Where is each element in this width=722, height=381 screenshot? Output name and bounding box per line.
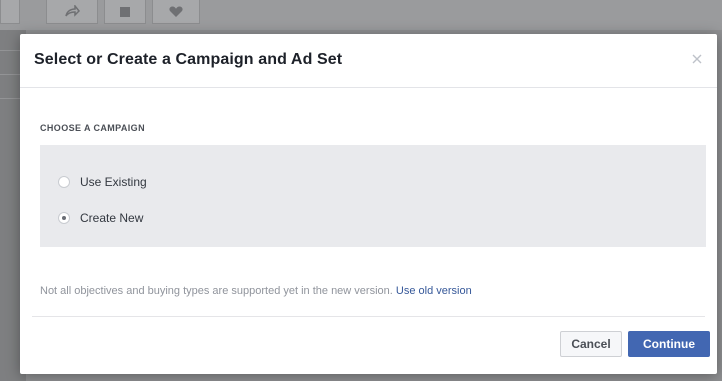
close-icon (692, 54, 702, 64)
close-button[interactable] (687, 49, 707, 69)
share-icon (65, 4, 80, 17)
background-toolbar (0, 0, 722, 30)
option-create-new[interactable]: Create New (58, 209, 143, 227)
dialog-title: Select or Create a Campaign and Ad Set (34, 51, 343, 68)
version-notice: Not all objectives and buying types are … (40, 285, 472, 297)
document-icon (120, 6, 130, 17)
create-new-radio[interactable] (58, 212, 70, 224)
use-existing-label: Use Existing (80, 175, 147, 189)
dialog-header: Select or Create a Campaign and Ad Set (20, 34, 717, 88)
option-use-existing[interactable]: Use Existing (58, 173, 147, 191)
background-document-button (104, 0, 146, 24)
background-toolbar-button (0, 0, 20, 24)
heart-icon (169, 6, 183, 17)
background-heart-button (152, 0, 200, 24)
use-old-version-link[interactable]: Use old version (396, 285, 472, 297)
cancel-button[interactable]: Cancel (560, 331, 622, 357)
continue-button[interactable]: Continue (628, 331, 710, 357)
create-new-label: Create New (80, 211, 144, 225)
campaign-options-panel: Use Existing Create New (40, 145, 706, 247)
use-existing-radio[interactable] (58, 176, 70, 188)
campaign-dialog: Select or Create a Campaign and Ad Set C… (20, 34, 717, 374)
background-share-button (46, 0, 98, 24)
choose-campaign-label: CHOOSE A CAMPAIGN (40, 123, 145, 133)
version-notice-text: Not all objectives and buying types are … (40, 285, 393, 297)
footer-divider (32, 316, 705, 317)
